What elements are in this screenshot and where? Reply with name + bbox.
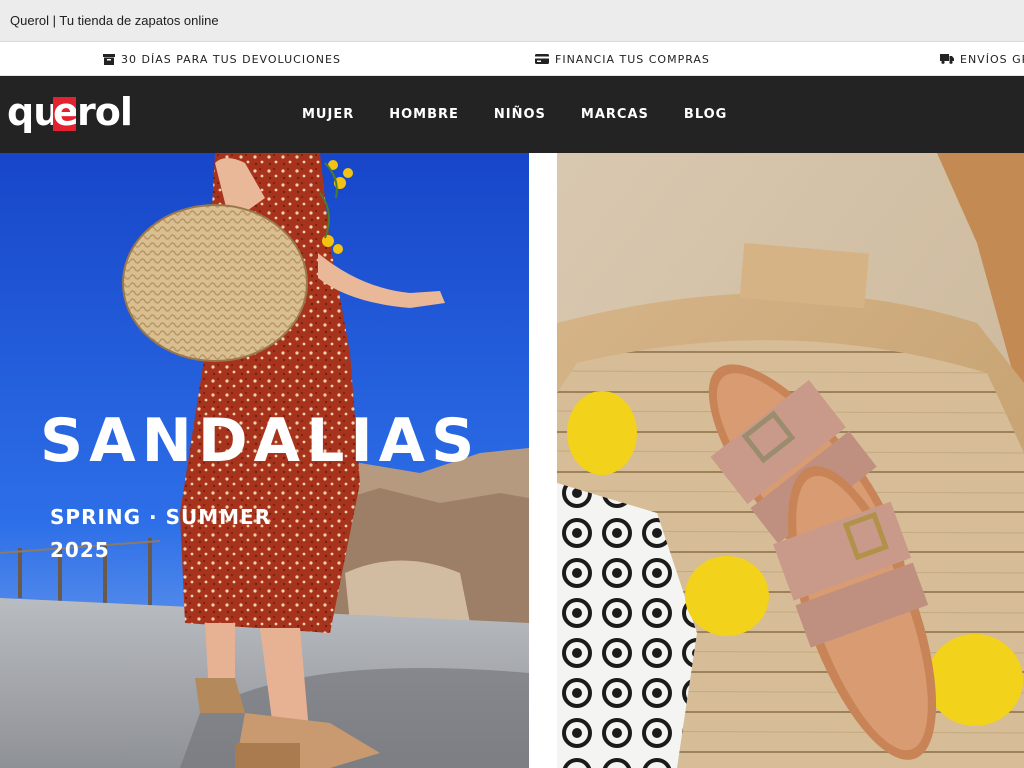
site-header: qu e rol MUJER HOMBRE NIÑOS MARCAS BLOG [0, 76, 1024, 153]
hero-year: 2025 [50, 538, 110, 562]
logo-text-end: rol [77, 90, 133, 134]
main-nav: MUJER HOMBRE NIÑOS MARCAS BLOG [302, 76, 762, 153]
sandals-campaign-banner[interactable]: SANDALIAS SPRING · SUMMER 2025 [0, 153, 529, 768]
sandals-product-banner[interactable] [557, 153, 1024, 768]
nav-item-mujer[interactable]: MUJER [302, 107, 354, 122]
logo-text-start: qu [7, 90, 60, 134]
promo-bar: 30 DÍAS PARA TUS DEVOLUCIONES FINANCIA T… [0, 42, 1024, 76]
hero-section: SANDALIAS SPRING · SUMMER 2025 [0, 153, 1024, 768]
querol-logo[interactable]: qu e rol [7, 90, 133, 138]
truck-icon [940, 54, 954, 64]
promo-shipping-label: ENVÍOS GRA [960, 52, 1024, 66]
hero-title: SANDALIAS [40, 406, 481, 476]
credit-card-icon [535, 54, 549, 64]
promo-financing[interactable]: FINANCIA TUS COMPRAS [535, 42, 710, 76]
browser-tab-bar: Querol | Tu tienda de zapatos online [0, 0, 1024, 42]
promo-shipping[interactable]: ENVÍOS GRA [940, 42, 1024, 76]
promo-returns[interactable]: 30 DÍAS PARA TUS DEVOLUCIONES [103, 42, 341, 76]
hero-subtitle: SPRING · SUMMER [50, 505, 272, 529]
browser-tab-title[interactable]: Querol | Tu tienda de zapatos online [10, 13, 219, 28]
product-photo [557, 153, 1024, 768]
nav-item-hombre[interactable]: HOMBRE [389, 107, 459, 122]
promo-returns-label: 30 DÍAS PARA TUS DEVOLUCIONES [121, 52, 341, 66]
box-icon [103, 53, 115, 65]
nav-item-marcas[interactable]: MARCAS [581, 107, 649, 122]
logo-accent-letter: e [53, 97, 76, 131]
nav-item-ninos[interactable]: NIÑOS [494, 107, 546, 122]
promo-financing-label: FINANCIA TUS COMPRAS [555, 52, 710, 66]
nav-item-blog[interactable]: BLOG [684, 107, 727, 122]
